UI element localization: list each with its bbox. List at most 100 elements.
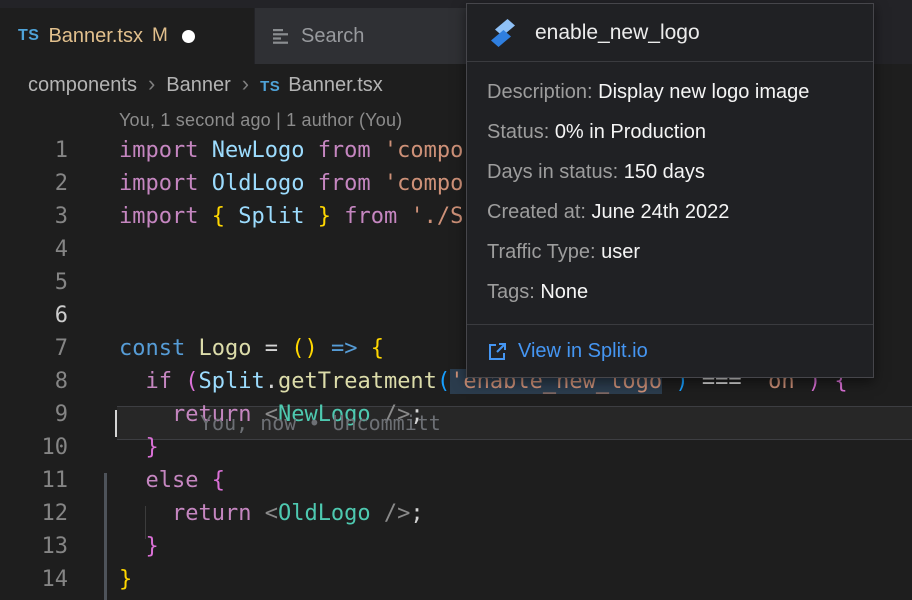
code-line[interactable]: 12 return <OldLogo />; [0,497,912,530]
breadcrumb-item-file[interactable]: TS Banner.tsx [260,74,383,97]
code-token: } [146,435,159,460]
tooltip-meta-row: Description: Display new logo image [487,72,853,112]
line-number: 11 [0,464,68,497]
tooltip-body: Description: Display new logo imageStatu… [467,62,873,312]
breadcrumb-item-banner[interactable]: Banner [166,74,231,97]
git-change-gutter-bar [104,473,107,600]
code-text: import OldLogo from 'compo [119,167,463,200]
line-number: 1 [0,134,68,167]
line-number: 3 [0,200,68,233]
tab-label: Search [301,25,364,48]
code-token: import [119,138,212,163]
line-number: 2 [0,167,68,200]
vscode-window: TS Banner.tsx M Search components › Bann… [0,0,912,600]
code-token: const [119,336,198,361]
code-line[interactable]: 14} [0,563,912,596]
ts-icon: TS [18,27,39,45]
code-text: } [119,431,159,464]
view-in-splitio-link[interactable]: View in Split.io [467,325,873,377]
code-token: getTreatment [278,369,437,394]
line-number: 4 [0,233,68,266]
code-token: ( [185,369,198,394]
meta-value: Display new logo image [598,81,809,103]
tooltip-meta-row: Traffic Type: user [487,232,853,272]
code-token: import [119,171,212,196]
code-text: } [119,563,132,596]
meta-label: Created at: [487,201,592,223]
meta-value: 0% in Production [555,121,706,143]
line-number: 10 [0,431,68,464]
code-token: /> [371,501,411,526]
line-number: 9 [0,398,68,431]
tab-label: Banner.tsx [48,25,143,48]
code-token: () [291,336,318,361]
code-text: const Logo = () => { [119,332,384,365]
meta-label: Tags: [487,281,540,303]
tooltip-meta-row: Created at: June 24th 2022 [487,192,853,232]
code-token: import [119,204,212,229]
meta-value: None [540,281,588,303]
code-token: OldLogo [278,501,371,526]
feature-flag-tooltip: enable_new_logo Description: Display new… [466,3,874,378]
code-token: 'compo [384,138,463,163]
code-token: } [119,567,132,592]
code-token: } [304,204,331,229]
code-token: Logo [198,336,251,361]
code-text: import NewLogo from 'compo [119,134,463,167]
line-number: 6 [0,299,68,332]
code-token: 'compo [384,171,463,196]
line-number: 14 [0,563,68,596]
code-token: . [265,369,278,394]
code-token [119,369,146,394]
code-token: from [344,204,410,229]
code-token: NewLogo [212,138,305,163]
unsaved-dot-icon[interactable] [182,30,195,43]
meta-value: 150 days [624,161,705,183]
external-link-icon [487,341,508,362]
meta-label: Status: [487,121,555,143]
code-text: else { [119,464,225,497]
breadcrumb-item-components[interactable]: components [28,74,137,97]
code-token: './S [410,204,463,229]
line-number: 13 [0,530,68,563]
meta-label: Traffic Type: [487,241,601,263]
meta-label: Days in status: [487,161,624,183]
meta-value: user [601,241,640,263]
git-blame-annotation: You, now • Uncommitt [200,407,441,440]
code-token: OldLogo [212,171,305,196]
code-token: from [318,171,384,196]
code-token [119,435,146,460]
code-line[interactable]: 13 } [0,530,912,563]
code-token [304,171,317,196]
tab-banner-tsx[interactable]: TS Banner.tsx M [0,8,254,64]
tooltip-meta-row: Days in status: 150 days [487,152,853,192]
code-token [304,138,317,163]
code-token: { [212,204,239,229]
code-line[interactable]: 10 } [0,431,912,464]
view-in-splitio-label: View in Split.io [518,340,648,363]
search-editor-icon [273,28,291,44]
code-token: else [146,468,212,493]
code-token: < [265,501,278,526]
line-number: 8 [0,365,68,398]
code-line[interactable]: 9 return <NewLogo />; [0,398,912,431]
git-modified-badge: M [152,25,168,47]
line-number: 7 [0,332,68,365]
feature-flag-name: enable_new_logo [535,21,700,45]
code-token: return [172,501,265,526]
chevron-right-icon: › [148,71,155,97]
code-token [331,204,344,229]
code-token: = [251,336,291,361]
tab-search[interactable]: Search [254,8,466,64]
code-token [318,336,331,361]
tooltip-meta-row: Tags: None [487,272,853,312]
indent-guide [145,506,146,539]
code-token: ( [437,369,450,394]
line-number: 5 [0,266,68,299]
tooltip-meta-row: Status: 0% in Production [487,112,853,152]
code-line[interactable]: 11 else { [0,464,912,497]
chevron-right-icon: › [242,71,249,97]
code-token [357,336,370,361]
code-token: if [146,369,186,394]
split-logo-icon [487,17,519,49]
